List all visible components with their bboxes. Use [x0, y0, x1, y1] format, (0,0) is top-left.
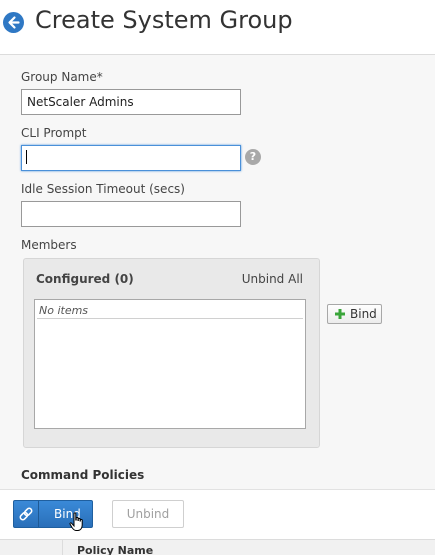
group-name-input[interactable] [21, 89, 241, 115]
policy-unbind-button[interactable]: Unbind [112, 500, 184, 528]
members-label: Members [21, 238, 77, 252]
configured-count-label: Configured (0) [36, 272, 134, 286]
text-caret [26, 150, 27, 164]
idle-timeout-input[interactable] [21, 201, 241, 227]
back-arrow-icon[interactable] [3, 12, 24, 33]
cli-prompt-input[interactable] [21, 145, 241, 171]
page-header: Create System Group [0, 0, 435, 55]
page-title: Create System Group [35, 6, 293, 34]
unbind-all-link[interactable]: Unbind All [242, 272, 303, 286]
command-policies-toolbar: Bind Unbind [0, 489, 435, 540]
members-bind-button[interactable]: Bind [327, 304, 382, 324]
command-policies-title: Command Policies [21, 468, 145, 482]
policy-name-column-header[interactable]: Policy Name [77, 544, 153, 555]
question-icon[interactable]: ? [245, 149, 261, 165]
members-panel: Configured (0) Unbind All No items [23, 258, 320, 448]
group-name-label: Group Name* [21, 70, 103, 84]
idle-timeout-label: Idle Session Timeout (secs) [21, 182, 185, 196]
create-system-group-page: Create System Group Group Name* CLI Prom… [0, 0, 435, 555]
hand-cursor-icon [69, 512, 83, 531]
cli-prompt-label: CLI Prompt [21, 126, 87, 140]
members-bind-label: Bind [350, 307, 377, 321]
configured-members-list[interactable]: No items [34, 299, 306, 429]
plus-icon [335, 309, 345, 319]
policy-table-header: Policy Name [0, 539, 435, 555]
select-all-column[interactable] [0, 540, 63, 555]
link-icon [14, 501, 39, 527]
empty-list-text: No items [37, 302, 303, 319]
